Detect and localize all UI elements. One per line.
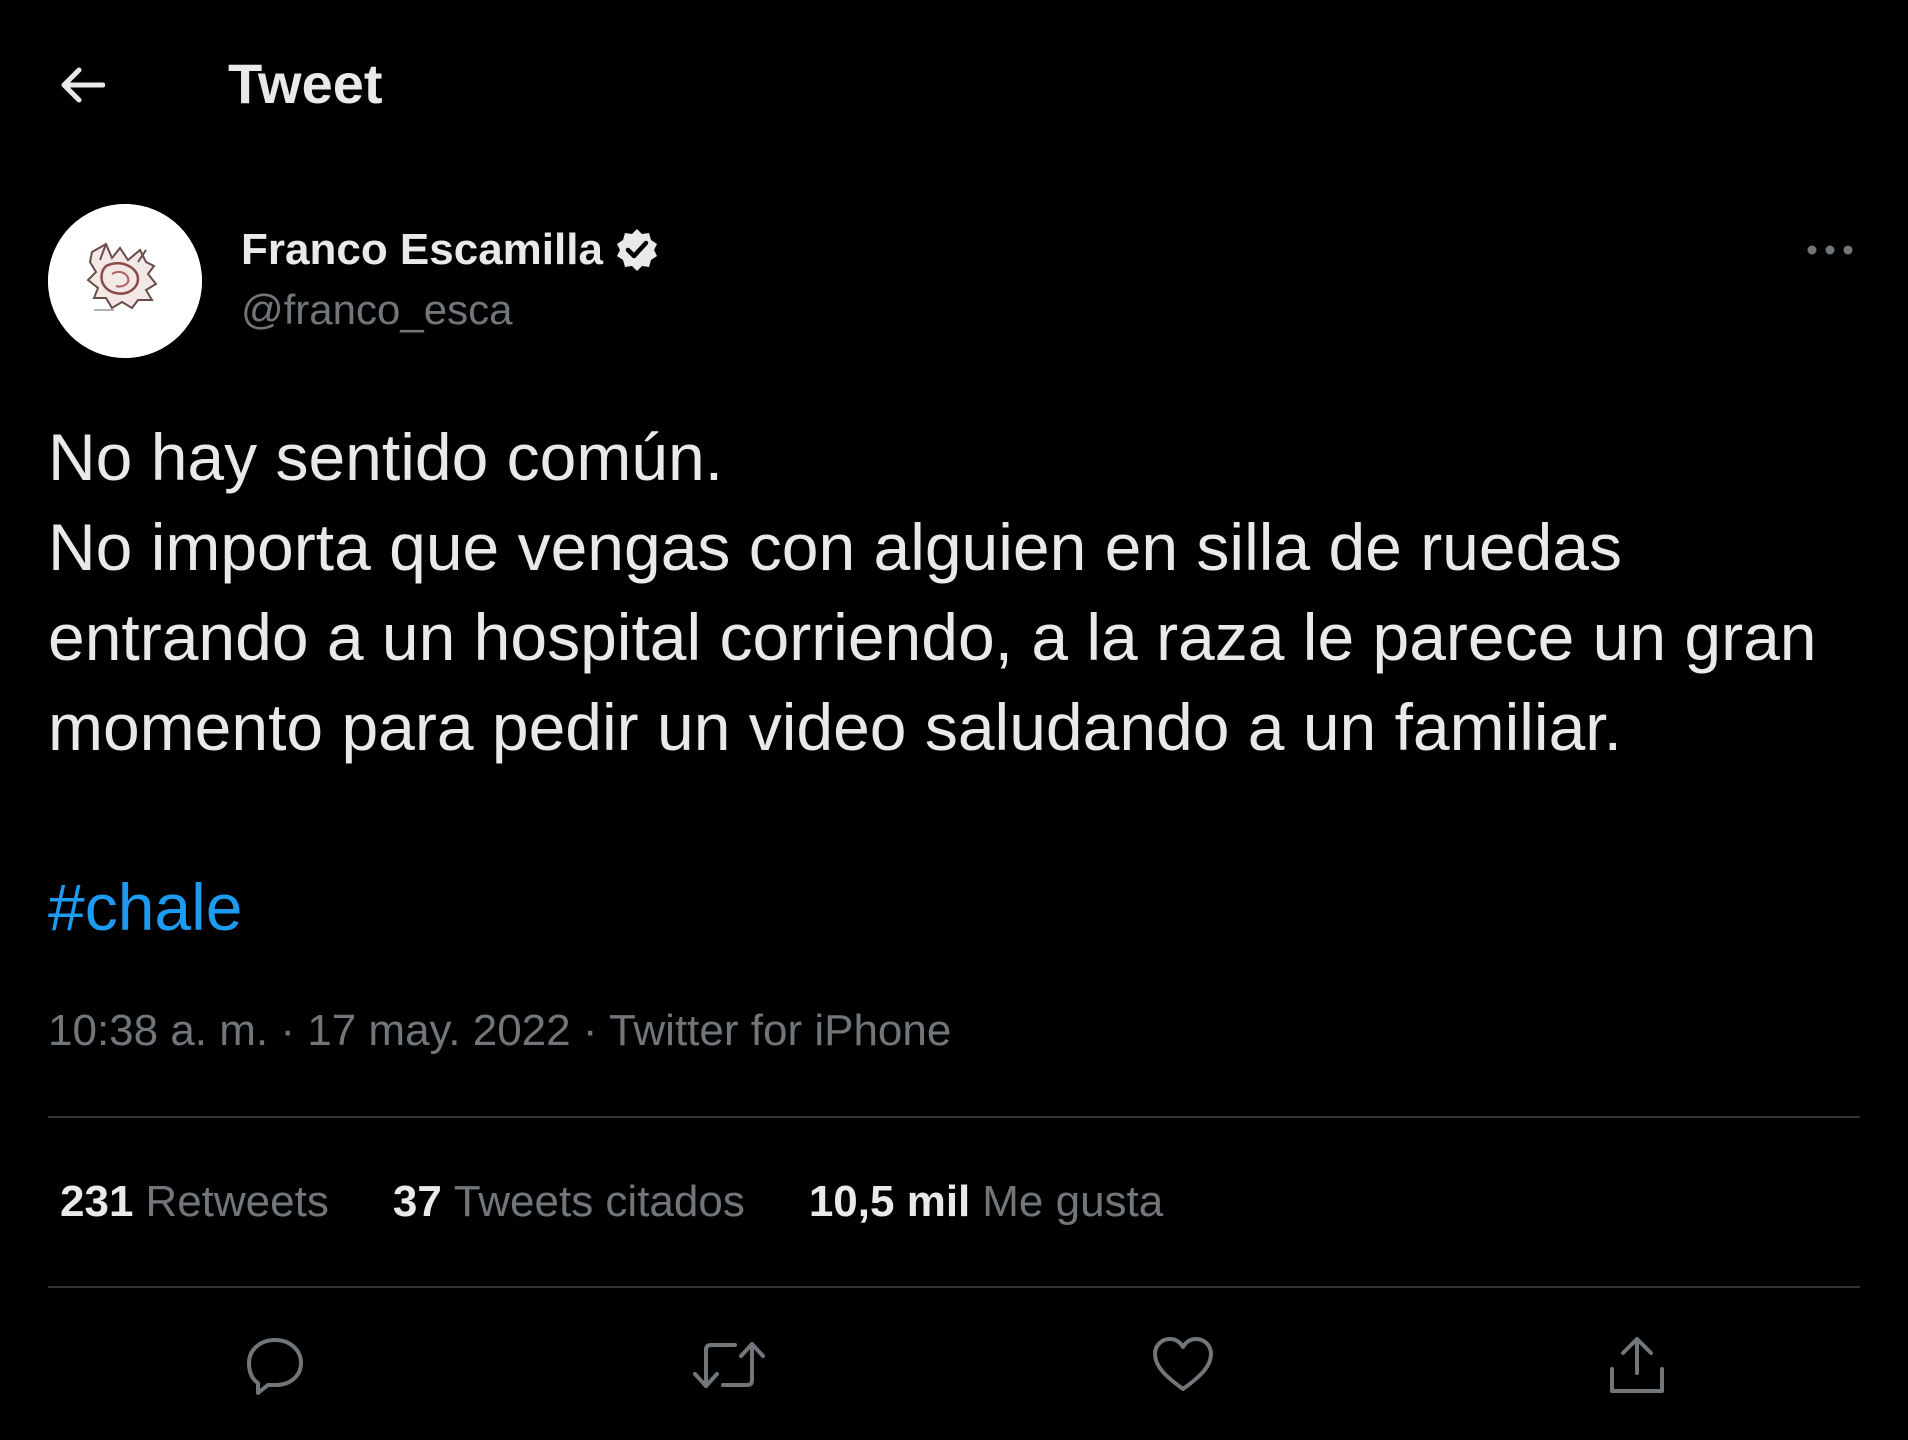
share-button[interactable] [1592, 1320, 1682, 1410]
meta-separator: · [582, 1006, 598, 1055]
tweet-source[interactable]: Twitter for iPhone [609, 1006, 951, 1055]
tweet-metadata: 10:38 a. m. · 17 may. 2022 · Twitter for… [48, 1002, 951, 1060]
likes-label: Me gusta [982, 1177, 1164, 1226]
hashtag-link[interactable]: #chale [48, 862, 243, 952]
quotes-count: 37 [392, 1177, 442, 1226]
verified-badge-icon [613, 226, 661, 274]
tweet-author: Franco Escamilla @franco_esca [48, 204, 1860, 364]
reply-button[interactable] [230, 1320, 320, 1410]
tweet-date[interactable]: 17 may. 2022 [307, 1006, 570, 1055]
arrow-left-icon [61, 67, 105, 103]
like-button[interactable] [1138, 1320, 1228, 1410]
tweet-actions [48, 1320, 1860, 1410]
retweet-button[interactable] [684, 1320, 774, 1410]
heart-icon [1153, 1337, 1213, 1391]
divider [48, 1286, 1860, 1288]
tweet-time[interactable]: 10:38 a. m. [48, 1006, 268, 1055]
more-options-button[interactable] [1800, 230, 1860, 270]
retweet-icon [693, 1342, 765, 1388]
page-title: Tweet [228, 52, 383, 115]
tweet-text: No hay sentido común. No importa que ven… [48, 420, 1817, 764]
more-horizontal-icon [1807, 245, 1853, 255]
engagement-stats: 231 Retweets 37 Tweets citados 10,5 mil … [60, 1172, 1227, 1232]
divider [48, 1116, 1860, 1118]
avatar-drawing [48, 204, 202, 358]
likes-stat[interactable]: 10,5 mil Me gusta [809, 1177, 1163, 1227]
retweets-label: Retweets [145, 1177, 329, 1226]
share-icon [1610, 1337, 1664, 1393]
likes-count: 10,5 mil [808, 1177, 971, 1226]
quotes-label: Tweets citados [453, 1177, 745, 1226]
retweets-count: 231 [60, 1177, 134, 1226]
top-bar: Tweet [0, 0, 1908, 170]
retweets-stat[interactable]: 231 Retweets [60, 1177, 329, 1227]
avatar[interactable] [48, 204, 202, 358]
reply-icon [247, 1338, 303, 1395]
quote-tweets-stat[interactable]: 37 Tweets citados [393, 1177, 745, 1227]
user-handle[interactable]: @franco_esca [241, 286, 512, 334]
name-line: Franco Escamilla [241, 222, 661, 278]
back-button[interactable] [46, 52, 118, 118]
meta-separator: · [280, 1006, 296, 1055]
display-name[interactable]: Franco Escamilla [241, 225, 603, 275]
